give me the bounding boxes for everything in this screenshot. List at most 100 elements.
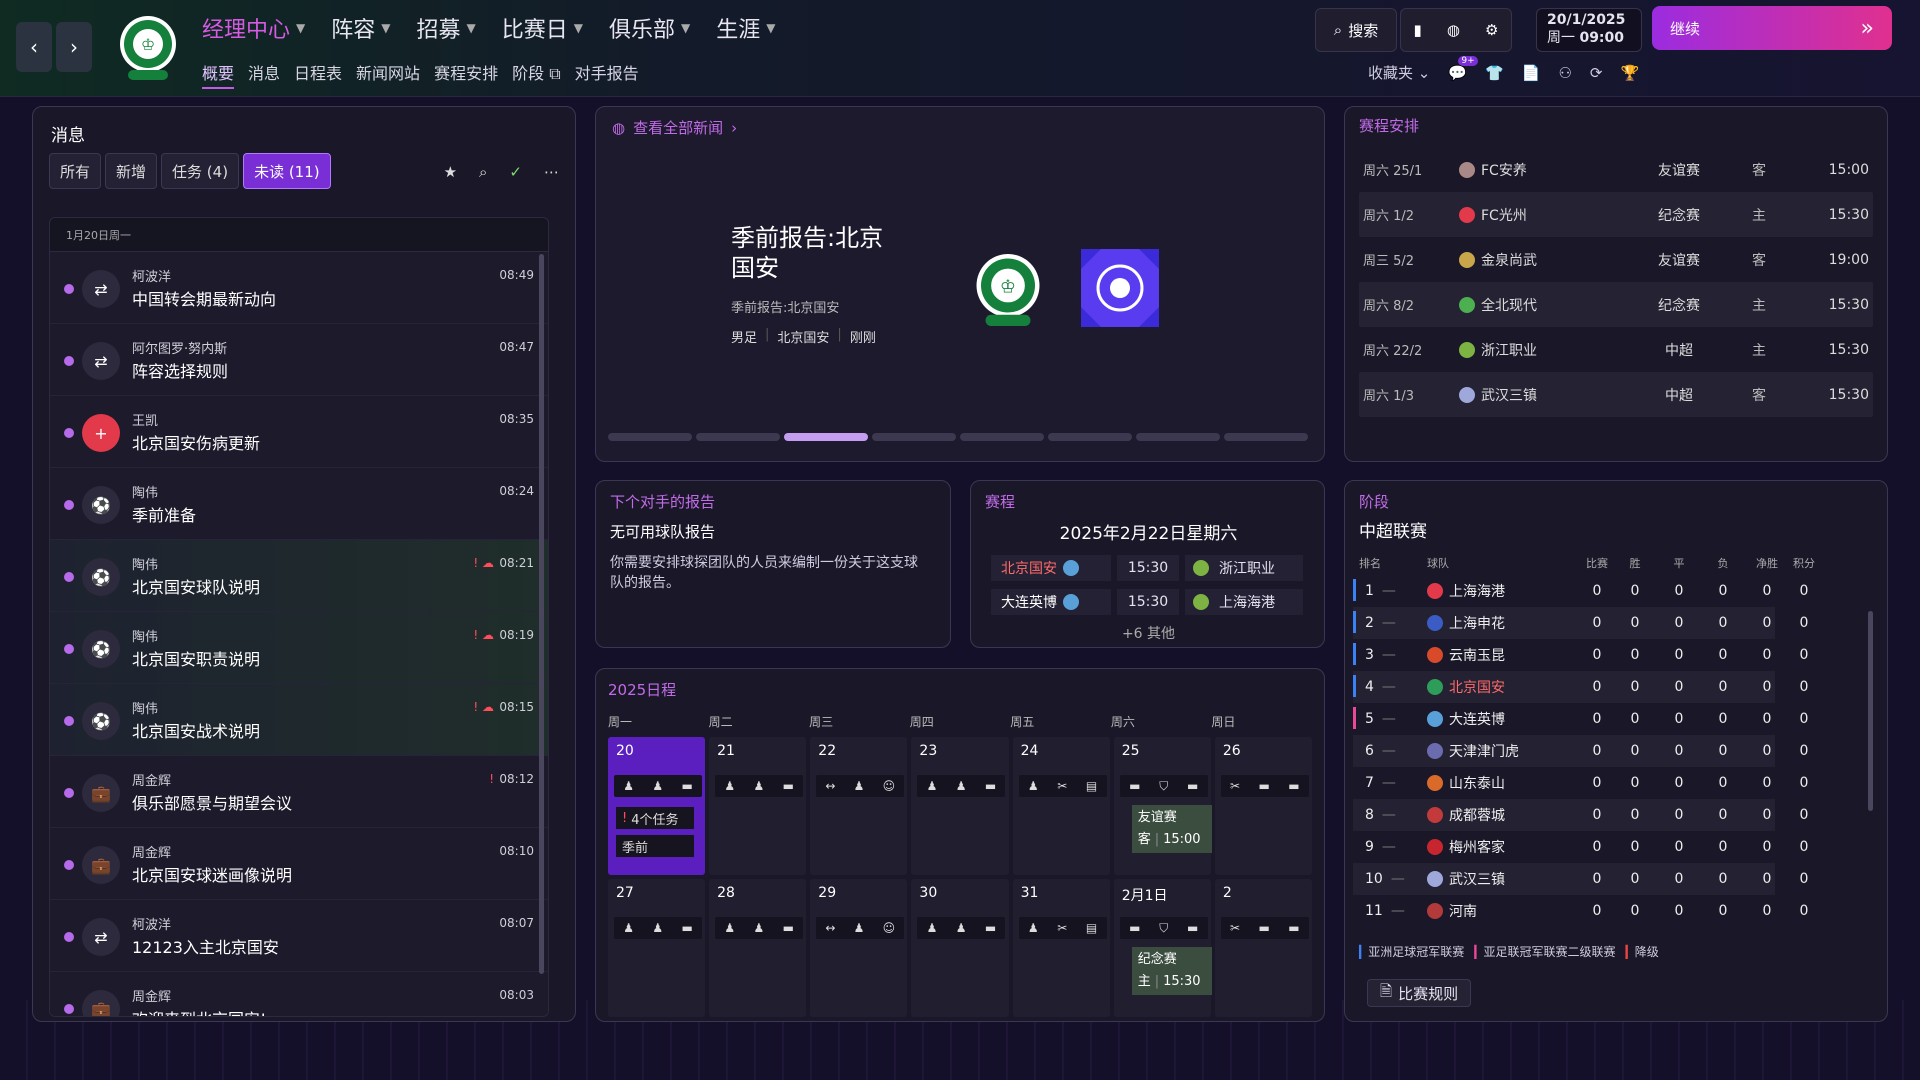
calendar-day[interactable]: 23 ♟ ♟ ▬ <box>911 737 1009 875</box>
nav-matchday[interactable]: 比赛日 ▼ <box>502 12 583 44</box>
calendar-day[interactable]: 26 ✂ ▬ ▬ <box>1214 737 1312 875</box>
message-item[interactable]: ⇄ 柯波洋 中国转会期最新动向 08:49 <box>50 252 548 324</box>
message-item[interactable]: 💼 周金辉欢迎来到北京国安! 08:03 <box>50 972 548 1016</box>
calendar-day[interactable]: 20 ♟ ♟ ▬! 4个任务 季前 <box>608 737 706 875</box>
check-icon[interactable]: ✓ <box>509 163 522 181</box>
date-text: 20/1/2025 <box>1547 12 1626 28</box>
tab-tasks[interactable]: 任务 (4) <box>161 153 240 189</box>
nav-manager-center[interactable]: 经理中心 ▼ <box>202 12 305 44</box>
message-item[interactable]: ⚽ 陶伟 北京国安战术说明 08:15 ! ☁ <box>50 684 548 756</box>
pager-dot[interactable] <box>696 433 780 441</box>
table-row[interactable]: 4— 北京国安 0 0 0 0 0 0 <box>1353 671 1808 703</box>
nav-squad[interactable]: 阵容 ▼ <box>331 12 390 44</box>
view-all-news-link[interactable]: ◍ 查看全部新闻 › <box>612 117 737 138</box>
message-item[interactable]: 💼 周金辉 北京国安球迷画像说明 08:10 <box>50 828 548 900</box>
back-button[interactable]: ‹ <box>16 22 52 72</box>
match-row[interactable]: 北京国安 15:30 浙江职业 <box>991 553 1311 583</box>
table-row[interactable]: 1— 上海海港 0 0 0 0 0 0 <box>1353 575 1808 607</box>
table-row[interactable]: 11 — 河南 0 0 0 0 0 0 <box>1353 895 1808 927</box>
forward-button[interactable]: › <box>56 22 92 72</box>
tab-stages[interactable]: 阶段 ⧉ <box>512 60 561 89</box>
calendar-match[interactable]: 纪念赛主 | 15:30 <box>1131 947 1212 995</box>
calendar-day[interactable]: 29 ↔ ♟ ☺ <box>810 879 908 1017</box>
contract-icon[interactable]: 📄 <box>1522 64 1541 82</box>
scrollbar[interactable] <box>539 254 544 974</box>
chat-icon[interactable]: 💬 9+ <box>1448 55 1478 82</box>
pager-dot[interactable] <box>784 433 868 441</box>
globe-icon[interactable]: ◍ <box>1447 21 1460 39</box>
fixture-row[interactable]: 周六 1/2 FC光州 纪念赛 主 15:30 <box>1359 192 1873 237</box>
staff-icon[interactable]: ⚇ <box>1558 64 1571 82</box>
tab-schedule[interactable]: 日程表 <box>294 60 342 89</box>
calendar-match[interactable]: 友谊赛客 | 15:00 <box>1131 805 1212 853</box>
refresh-icon[interactable]: ⟳ <box>1590 64 1603 82</box>
message-item[interactable]: 💼 周金辉 俱乐部愿景与期望会议 08:12! <box>50 756 548 828</box>
table-row[interactable]: 9— 梅州客家 0 0 0 0 0 0 <box>1353 831 1808 863</box>
fixture-row[interactable]: 周六 1/3 武汉三镇 中超 客 15:30 <box>1359 372 1873 417</box>
calendar-day[interactable]: 30 ♟ ♟ ▬ <box>911 879 1009 1017</box>
board-icon: 💼 <box>82 774 120 812</box>
tab-unread[interactable]: 未读 (11) <box>243 153 331 189</box>
tab-all[interactable]: 所有 <box>49 153 102 189</box>
bookmark-icon[interactable]: ▮ <box>1414 21 1422 39</box>
table-row[interactable]: 5— 大连英博 0 0 0 0 0 0 <box>1353 703 1808 735</box>
message-item[interactable]: ⇄ 柯波洋 12123入主北京国安 08:07 <box>50 900 548 972</box>
tasks-badge[interactable]: ! 4个任务 <box>616 807 694 829</box>
pager-dot[interactable] <box>608 433 692 441</box>
calendar-day[interactable]: 25 ▬ ⛉ ▬ 友谊赛客 | 15:00 <box>1113 737 1212 875</box>
message-item[interactable]: + 王凯 北京国安伤病更新 08:35 <box>50 396 548 468</box>
table-row[interactable]: 10 — 武汉三镇 0 0 0 0 0 0 <box>1353 863 1808 895</box>
tab-overview[interactable]: 概要 <box>202 60 235 89</box>
favorites-dropdown[interactable]: 收藏夹 ⌄ <box>1368 62 1430 83</box>
scrollbar[interactable] <box>1868 611 1873 811</box>
nav-club[interactable]: 俱乐部 ▼ <box>609 12 690 44</box>
calendar-day[interactable]: 24 ♟ ✂ ▤ <box>1012 737 1110 875</box>
pager-dot[interactable] <box>1048 433 1132 441</box>
stat-value: 0 <box>1762 871 1772 887</box>
message-item[interactable]: ⚽ 陶伟 北京国安球队说明 08:21 ! ☁ <box>50 540 548 612</box>
tab-opponent-report[interactable]: 对手报告 <box>575 60 639 89</box>
message-item[interactable]: ⚽ 陶伟 季前准备 08:24 <box>50 468 548 540</box>
tab-fixtures[interactable]: 赛程安排 <box>434 60 498 89</box>
more-matches[interactable]: +6 其他 <box>971 623 1326 643</box>
pager-dot[interactable] <box>960 433 1044 441</box>
calendar-day[interactable]: 2 ✂ ▬ ▬ <box>1214 879 1312 1017</box>
calendar-day[interactable]: 22 ↔ ♟ ☺ <box>810 737 908 875</box>
search-icon[interactable]: ⌕ <box>479 163 487 181</box>
nav-recruitment[interactable]: 招募 ▼ <box>417 12 476 44</box>
fixture-row[interactable]: 周六 8/2 全北现代 纪念赛 主 15:30 <box>1359 282 1873 327</box>
tab-inbox[interactable]: 消息 <box>248 60 280 89</box>
shirt-icon[interactable]: 👕 <box>1485 64 1504 82</box>
rules-button[interactable]: 🗎 比赛规则 <box>1367 979 1472 1007</box>
calendar-day[interactable]: 21 ♟ ♟ ▬ <box>709 737 807 875</box>
pager-dot[interactable] <box>872 433 956 441</box>
star-icon[interactable]: ★ <box>444 163 457 181</box>
fixture-row[interactable]: 周三 5/2 金泉尚武 友谊赛 客 19:00 <box>1359 237 1873 282</box>
tab-news[interactable]: 新闻网站 <box>356 60 420 89</box>
search-button[interactable]: ⌕ 搜索 <box>1315 8 1397 52</box>
gear-icon[interactable]: ⚙ <box>1485 21 1498 39</box>
table-row[interactable]: 6— 天津津门虎 0 0 0 0 0 0 <box>1353 735 1808 767</box>
more-icon[interactable]: ⋯ <box>544 163 559 181</box>
fixture-row[interactable]: 周六 22/2 浙江职业 中超 主 15:30 <box>1359 327 1873 372</box>
tab-new[interactable]: 新增 <box>105 153 158 189</box>
table-row[interactable]: 7— 山东泰山 0 0 0 0 0 0 <box>1353 767 1808 799</box>
calendar-day[interactable]: 31 ♟ ✂ ▤ <box>1012 879 1110 1017</box>
match-row[interactable]: 大连英博 15:30 上海海港 <box>991 587 1311 617</box>
pager-dot[interactable] <box>1136 433 1220 441</box>
message-item[interactable]: ⚽ 陶伟 北京国安职责说明 08:19 ! ☁ <box>50 612 548 684</box>
fixture-row[interactable]: 周六 25/1 FC安养 友谊赛 客 15:00 <box>1359 147 1873 192</box>
message-item[interactable]: ⇄ 阿尔图罗·努内斯 阵容选择规则 08:47 <box>50 324 548 396</box>
nav-career[interactable]: 生涯 ▼ <box>716 12 775 44</box>
trophy-icon[interactable]: 🏆 <box>1620 64 1639 82</box>
calendar-day[interactable]: 27 ♟ ♟ ▬ <box>608 879 706 1017</box>
table-row[interactable]: 3— 云南玉昆 0 0 0 0 0 0 <box>1353 639 1808 671</box>
calendar-day[interactable]: 2月1日 ▬ ⛉ ▬ 纪念赛主 | 15:30 <box>1113 879 1212 1017</box>
table-row[interactable]: 2— 上海申花 0 0 0 0 0 0 <box>1353 607 1808 639</box>
pager-dot[interactable] <box>1224 433 1308 441</box>
unread-dot <box>64 428 74 438</box>
table-row[interactable]: 8— 成都蓉城 0 0 0 0 0 0 <box>1353 799 1808 831</box>
continue-button[interactable]: 继续 » <box>1652 6 1892 50</box>
calendar-day[interactable]: 28 ♟ ♟ ▬ <box>709 879 807 1017</box>
message-time: 08:49 <box>499 268 534 282</box>
